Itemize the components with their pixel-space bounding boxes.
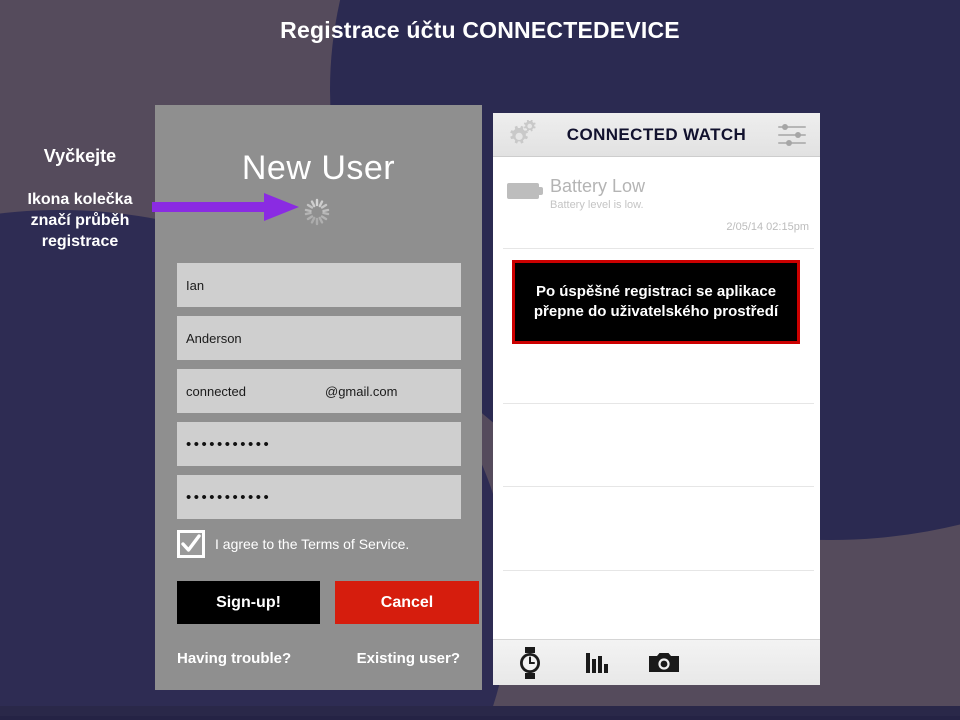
password-field[interactable]: ••••••••••• <box>177 422 461 466</box>
email-domain-value: @gmail.com <box>325 383 398 399</box>
notification-subtitle: Battery level is low. <box>550 199 644 211</box>
camera-icon[interactable] <box>649 652 679 674</box>
email-user-value: connected <box>186 383 246 399</box>
watch-icon[interactable] <box>517 646 543 679</box>
slide-canvas: Registrace účtu CONNECTEDEVICE Vyčkejte … <box>0 0 960 720</box>
notification-title: Battery Low <box>550 176 646 196</box>
having-trouble-link[interactable]: Having trouble? <box>177 650 291 667</box>
terms-label: I agree to the Terms of Service. <box>215 536 410 552</box>
signup-heading: New User <box>241 149 396 187</box>
terms-checkbox[interactable] <box>177 530 205 558</box>
cancel-button[interactable]: Cancel <box>335 581 479 624</box>
watch-phone-screen: CONNECTED WATCH Battery Low Battery leve… <box>493 113 820 685</box>
email-field[interactable]: connected @gmail.com <box>177 369 461 413</box>
right-arrow-icon <box>152 193 299 221</box>
last-name-field[interactable]: Anderson <box>177 316 461 360</box>
password-value: ••••••••••• <box>186 435 272 453</box>
watch-header: CONNECTED WATCH <box>493 113 820 157</box>
existing-user-link[interactable]: Existing user? <box>357 650 460 667</box>
sliders-icon[interactable] <box>777 123 807 147</box>
last-name-value: Anderson <box>186 330 242 346</box>
terms-row[interactable]: I agree to the Terms of Service. <box>177 530 409 558</box>
annotation-note: Ikona kolečka značí průběh registrace <box>27 191 133 251</box>
watch-tabbar <box>493 639 820 685</box>
first-name-value: Ian <box>186 277 205 293</box>
password-confirm-value: ••••••••••• <box>186 488 272 506</box>
callout-box: Po úspěšné registraci se aplikace přepne… <box>512 260 800 344</box>
watch-divider <box>503 570 814 571</box>
first-name-field[interactable]: Ian <box>177 263 461 307</box>
signup-button[interactable]: Sign-up! <box>177 581 320 624</box>
notification-timestamp: 2/05/14 02:15pm <box>726 221 809 233</box>
annotation-wait-label: Vyčkejte <box>43 146 117 166</box>
annotation-column: Vyčkejte Ikona kolečka značí průběh regi… <box>14 146 146 252</box>
watch-divider <box>503 486 814 487</box>
battery-icon <box>507 183 543 199</box>
watch-divider <box>503 248 814 249</box>
checkmark-icon <box>181 534 201 552</box>
page-title: Registrace účtu CONNECTEDEVICE <box>280 17 680 43</box>
watch-divider <box>503 403 814 404</box>
bar-chart-icon[interactable] <box>585 651 611 675</box>
bottom-hairline <box>0 716 960 720</box>
password-confirm-field[interactable]: ••••••••••• <box>177 475 461 519</box>
loading-spinner-icon <box>304 198 330 226</box>
gears-icon[interactable] <box>506 120 538 150</box>
watch-header-title: CONNECTED WATCH <box>566 124 747 144</box>
